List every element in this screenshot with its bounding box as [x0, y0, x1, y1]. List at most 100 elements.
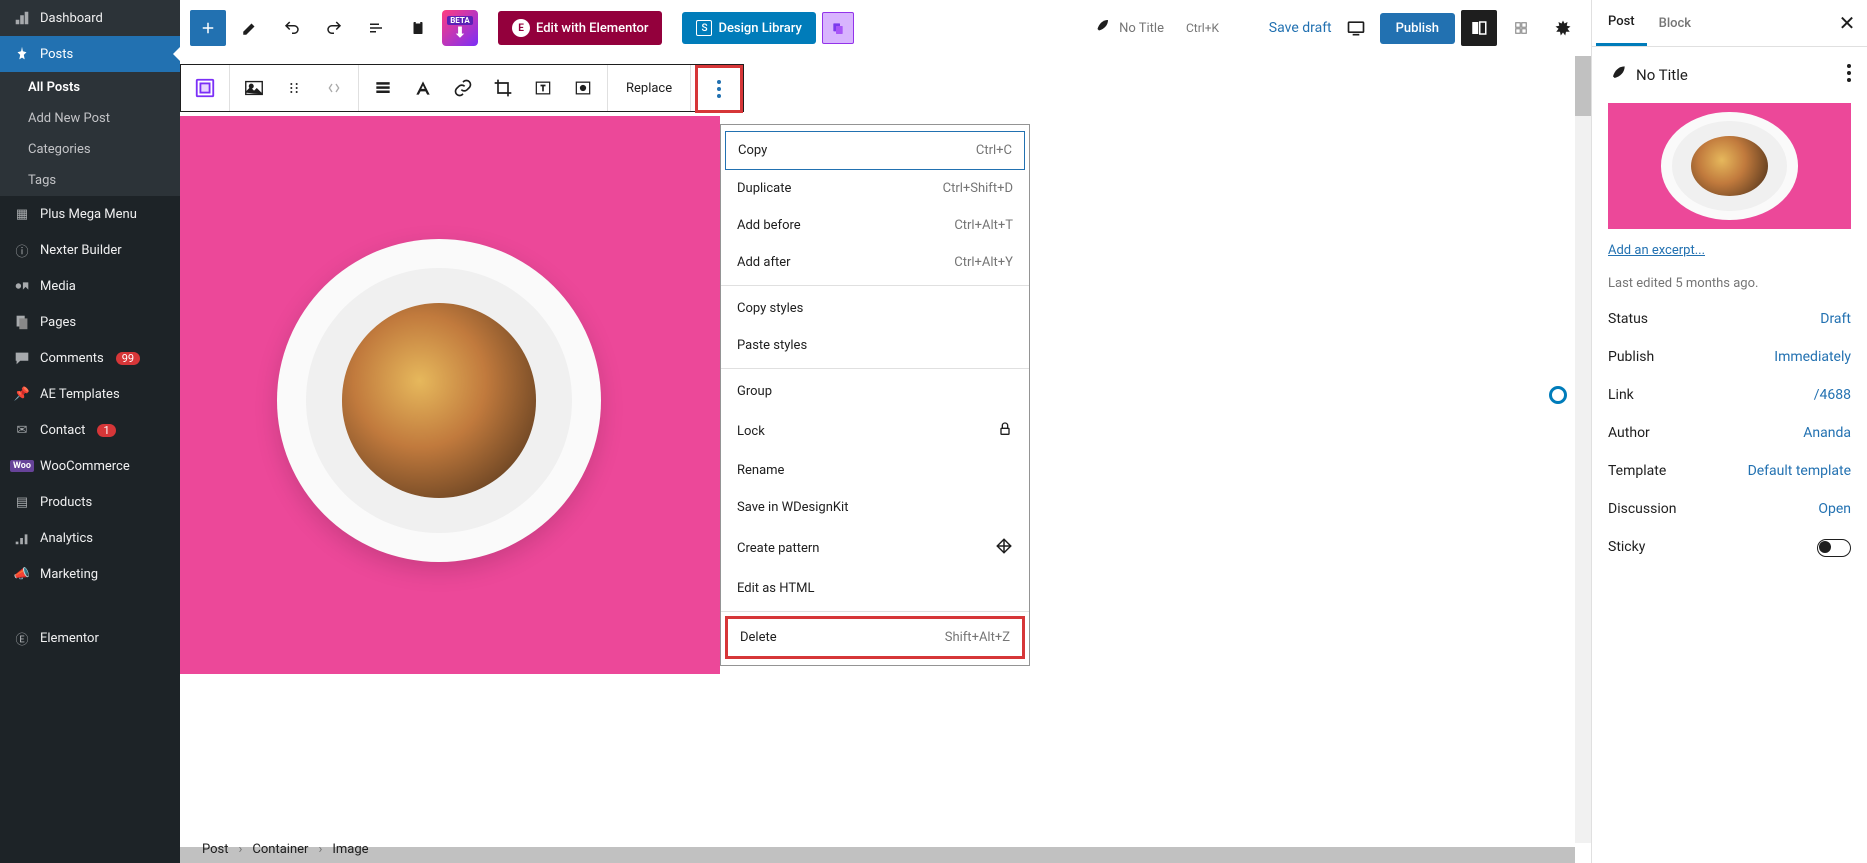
feather-icon	[1608, 63, 1628, 87]
dropdown-create-pattern[interactable]: Create pattern	[721, 526, 1029, 570]
row-publish[interactable]: PublishImmediately	[1608, 349, 1851, 365]
sidebar-item-nexter-builder[interactable]: ⓘNexter Builder	[0, 232, 180, 268]
dropdown-copy-styles[interactable]: Copy styles	[721, 290, 1029, 327]
document-title-button[interactable]: No Title Ctrl+K	[1059, 17, 1252, 39]
preview-button[interactable]	[1338, 10, 1374, 46]
breadcrumb-item[interactable]: Image	[332, 842, 368, 857]
breadcrumb-item[interactable]: Post	[202, 842, 229, 857]
settings-tabs: Post Block ✕	[1592, 0, 1867, 47]
add-excerpt-link[interactable]: Add an excerpt...	[1608, 243, 1705, 258]
sidebar-item-dashboard[interactable]: Dashboard	[0, 0, 180, 36]
sidebar-item-categories[interactable]: Categories	[0, 134, 180, 165]
dropdown-add-after[interactable]: Add afterCtrl+Alt+Y	[721, 244, 1029, 281]
document-overview-button[interactable]	[358, 10, 394, 46]
text-on-image-button[interactable]	[525, 70, 561, 106]
sidebar-item-plus-mega-menu[interactable]: ▦Plus Mega Menu	[0, 196, 180, 232]
sidebar-label: Add New Post	[28, 111, 110, 126]
media-icon	[12, 276, 32, 296]
chevron-right-icon: ›	[318, 842, 322, 857]
breadcrumb-item[interactable]: Container	[252, 842, 308, 857]
lock-icon	[997, 421, 1013, 441]
row-link[interactable]: Link/4688	[1608, 387, 1851, 403]
tab-post[interactable]: Post	[1596, 0, 1647, 46]
paste-button[interactable]	[400, 10, 436, 46]
align-button[interactable]	[365, 70, 401, 106]
dropdown-paste-styles[interactable]: Paste styles	[721, 327, 1029, 364]
command-shortcut: Ctrl+K	[1186, 21, 1219, 35]
edit-with-elementor-button[interactable]: E Edit with Elementor	[498, 11, 662, 45]
replace-button[interactable]: Replace	[614, 81, 684, 96]
crop-button[interactable]	[485, 70, 521, 106]
link-button[interactable]	[445, 70, 481, 106]
dropdown-duplicate[interactable]: DuplicateCtrl+Shift+D	[721, 170, 1029, 207]
sidebar-item-tags[interactable]: Tags	[0, 165, 180, 196]
row-discussion[interactable]: DiscussionOpen	[1608, 501, 1851, 517]
drag-handle[interactable]	[276, 70, 312, 106]
parent-container-button[interactable]	[187, 70, 223, 106]
sidebar-item-ae-templates[interactable]: 📌AE Templates	[0, 376, 180, 412]
sidebar-item-comments[interactable]: Comments99	[0, 340, 180, 376]
sidebar-item-posts[interactable]: Posts	[0, 36, 180, 72]
undo-button[interactable]	[274, 10, 310, 46]
dropdown-save-wdesignkit[interactable]: Save in WDesignKit	[721, 489, 1029, 526]
settings-sidebar-toggle[interactable]	[1461, 10, 1497, 46]
row-template[interactable]: TemplateDefault template	[1608, 463, 1851, 479]
sidebar-item-media[interactable]: Media	[0, 268, 180, 304]
dropdown-rename[interactable]: Rename	[721, 452, 1029, 489]
sidebar-label: Elementor	[40, 631, 99, 646]
dropdown-group[interactable]: Group	[721, 373, 1029, 410]
vertical-scrollbar[interactable]	[1575, 56, 1591, 843]
dropdown-separator	[721, 285, 1029, 286]
image-block-icon[interactable]	[236, 70, 272, 106]
sidebar-item-pages[interactable]: Pages	[0, 304, 180, 340]
sidebar-item-add-new-post[interactable]: Add New Post	[0, 103, 180, 134]
info-icon: ⓘ	[12, 240, 32, 260]
options-button[interactable]	[1545, 10, 1581, 46]
sidebar-label: Products	[40, 495, 92, 510]
duotone-button[interactable]	[565, 70, 601, 106]
block-options-button[interactable]	[695, 65, 743, 113]
editor-canvas[interactable]: Add title Replace	[180, 56, 1591, 863]
close-sidebar-button[interactable]: ✕	[1827, 3, 1867, 43]
edit-mode-button[interactable]	[232, 10, 268, 46]
dropdown-edit-html[interactable]: Edit as HTML	[721, 570, 1029, 607]
sidebar-item-contact[interactable]: ✉Contact1	[0, 412, 180, 448]
block-toolbar: Replace	[180, 64, 744, 112]
megaphone-icon: 📣	[12, 564, 32, 584]
row-author[interactable]: AuthorAnanda	[1608, 425, 1851, 441]
sidebar-item-analytics[interactable]: Analytics	[0, 520, 180, 556]
beta-badge[interactable]: BETA⬇	[442, 10, 478, 46]
block-breadcrumb[interactable]: Post › Container › Image	[202, 837, 369, 861]
grid-icon: ▦	[12, 204, 32, 224]
post-actions-button[interactable]	[1847, 64, 1851, 86]
horizontal-scrollbar[interactable]	[180, 847, 1575, 863]
sidebar-item-marketing[interactable]: 📣Marketing	[0, 556, 180, 592]
editor: BETA⬇ E Edit with Elementor S Design Lib…	[180, 0, 1591, 863]
move-up-down[interactable]	[316, 70, 352, 106]
save-draft-button[interactable]: Save draft	[1269, 20, 1332, 36]
dashboard-icon	[12, 8, 32, 28]
text-overlay-button[interactable]	[405, 70, 441, 106]
add-block-button[interactable]	[190, 10, 226, 46]
featured-image[interactable]	[1608, 103, 1851, 229]
sidebar-item-all-posts[interactable]: All Posts	[0, 72, 180, 103]
dropdown-copy[interactable]: CopyCtrl+C	[725, 131, 1025, 170]
sticky-toggle[interactable]	[1817, 539, 1851, 557]
top-toolbar: BETA⬇ E Edit with Elementor S Design Lib…	[180, 0, 1591, 56]
publish-button[interactable]: Publish	[1380, 13, 1455, 44]
tab-block[interactable]: Block	[1647, 2, 1703, 45]
row-status[interactable]: StatusDraft	[1608, 311, 1851, 327]
sidebar-item-products[interactable]: ▤Products	[0, 484, 180, 520]
design-library-button[interactable]: S Design Library	[682, 12, 815, 44]
copy-design-button[interactable]	[822, 12, 854, 44]
sidebar-item-elementor[interactable]: ⒺElementor	[0, 620, 180, 656]
dropdown-delete[interactable]: DeleteShift+Alt+Z	[725, 616, 1025, 659]
image-block[interactable]	[180, 116, 720, 674]
plugin-button[interactable]	[1503, 10, 1539, 46]
redo-button[interactable]	[316, 10, 352, 46]
dropdown-add-before[interactable]: Add beforeCtrl+Alt+T	[721, 207, 1029, 244]
dropdown-lock[interactable]: Lock	[721, 410, 1029, 452]
sidebar-item-woocommerce[interactable]: WooWooCommerce	[0, 448, 180, 484]
dropdown-separator	[721, 368, 1029, 369]
row-sticky: Sticky	[1608, 539, 1851, 557]
